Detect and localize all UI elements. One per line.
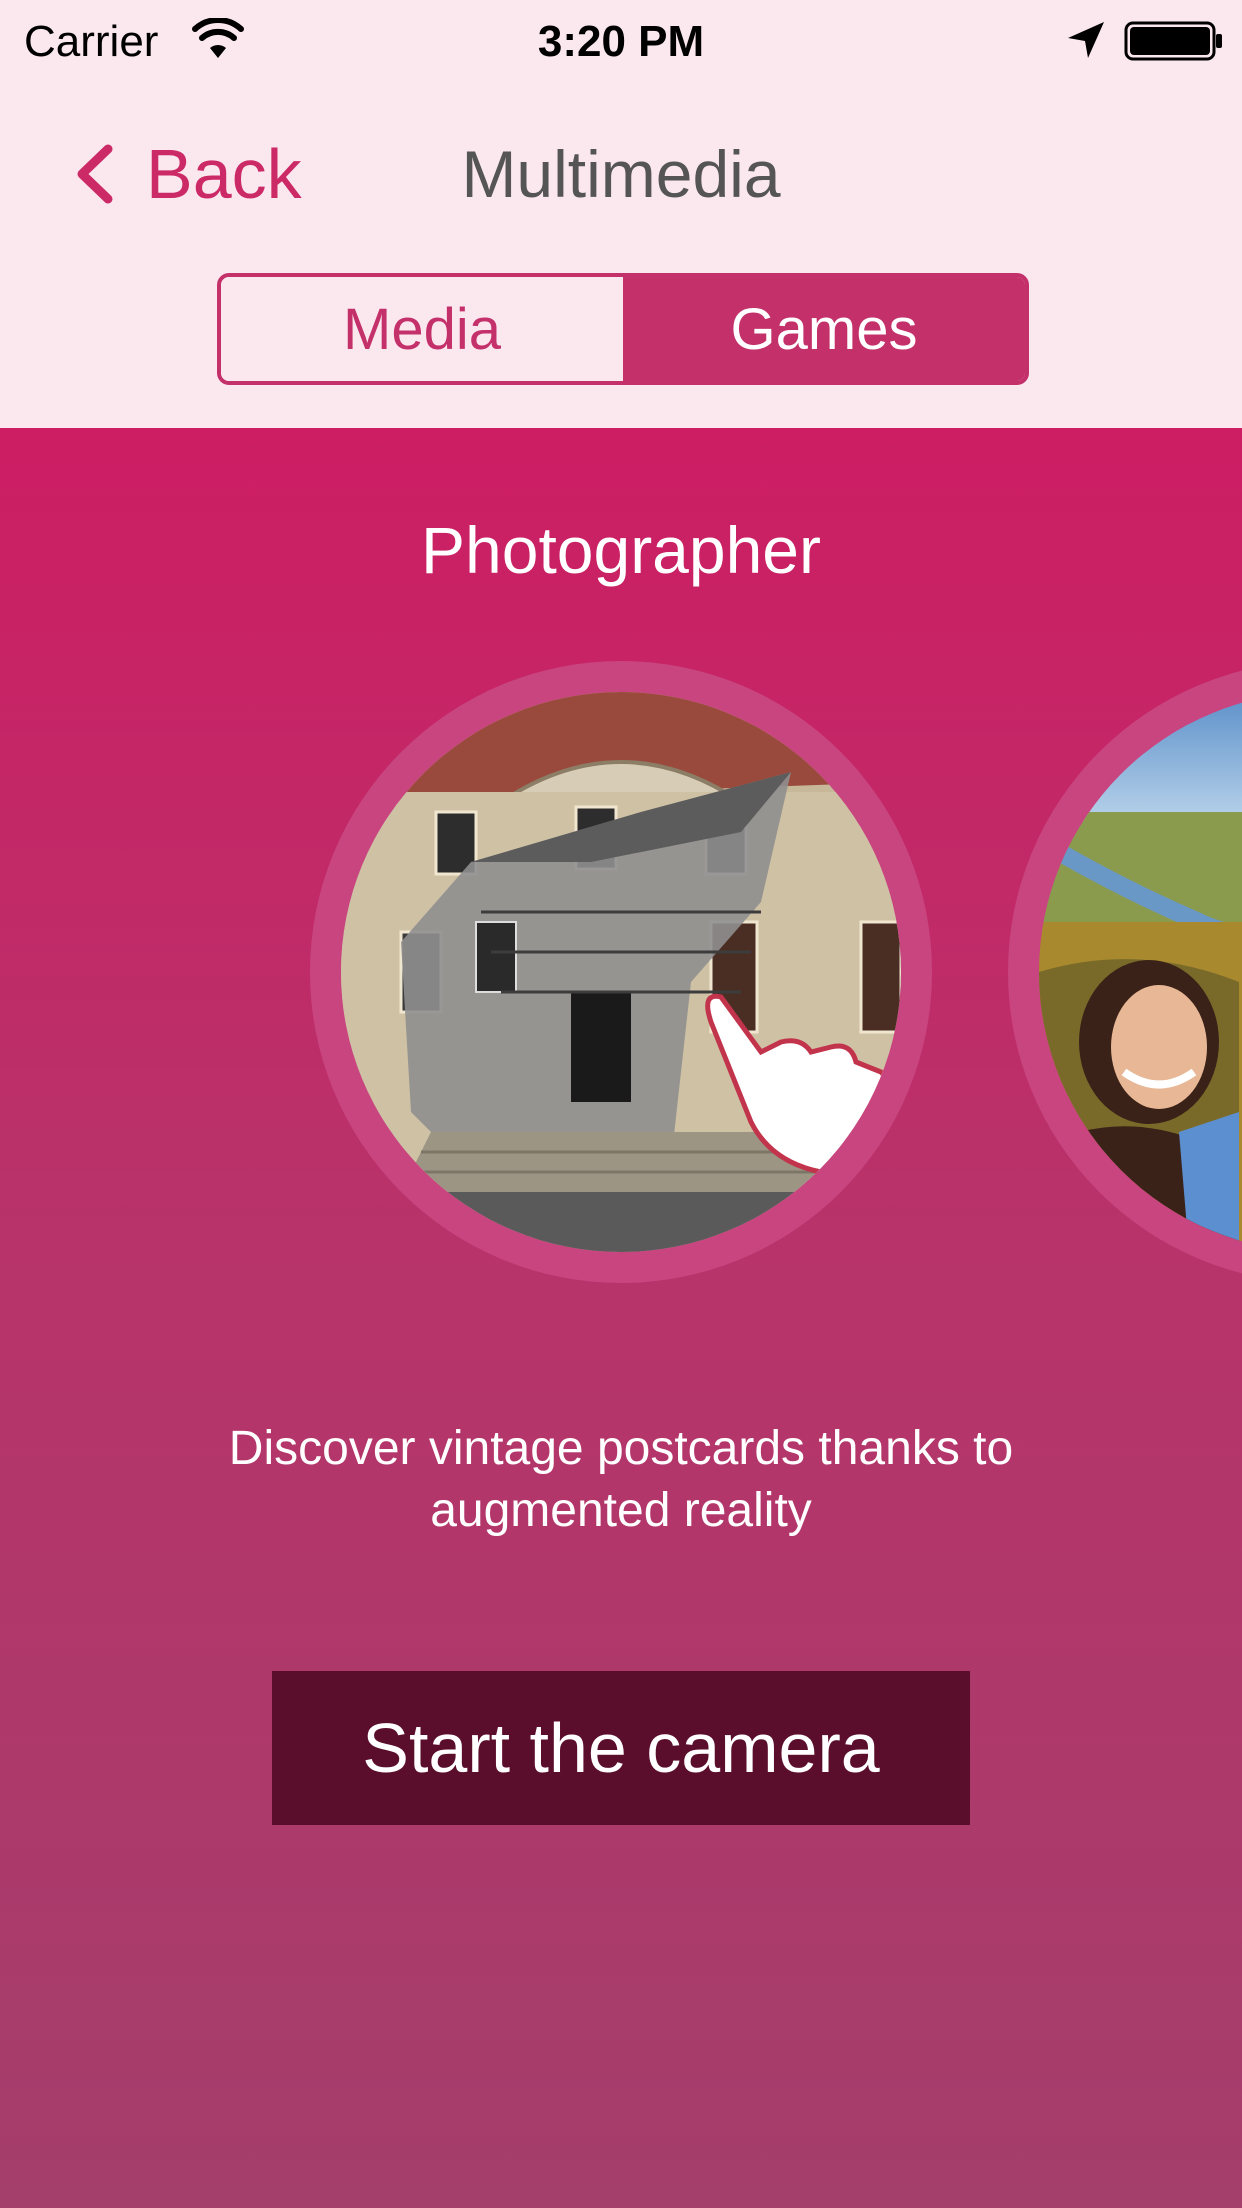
activity-card-next[interactable] [1008, 661, 1242, 1283]
vintage-postcard-image [341, 692, 901, 1252]
status-bar: Carrier 3:20 PM [0, 0, 1242, 84]
status-time: 3:20 PM [537, 17, 705, 66]
segment-games[interactable]: Games [623, 277, 1025, 381]
activity-title: Photographer [421, 513, 821, 587]
activity-carousel: Photographer Discover vintage postcards … [0, 428, 1242, 2208]
activity-description: Discover vintage postcards thanks to aug… [228, 1422, 1014, 1537]
activity-card-photographer[interactable] [310, 661, 932, 1283]
navigation-bar: Back Multimedia [0, 84, 1242, 270]
segmented-control: Media Games [217, 273, 1029, 385]
app-screen: Carrier 3:20 PM Back Multimedia Media Ga… [0, 0, 1242, 2208]
location-arrow-icon [1068, 22, 1104, 58]
segment-media[interactable]: Media [221, 277, 623, 381]
landscape-selfie-image [1039, 692, 1242, 1252]
start-camera-button[interactable]: Start the camera [272, 1671, 970, 1825]
page-title: Multimedia [461, 137, 781, 211]
battery-icon [1124, 21, 1222, 61]
